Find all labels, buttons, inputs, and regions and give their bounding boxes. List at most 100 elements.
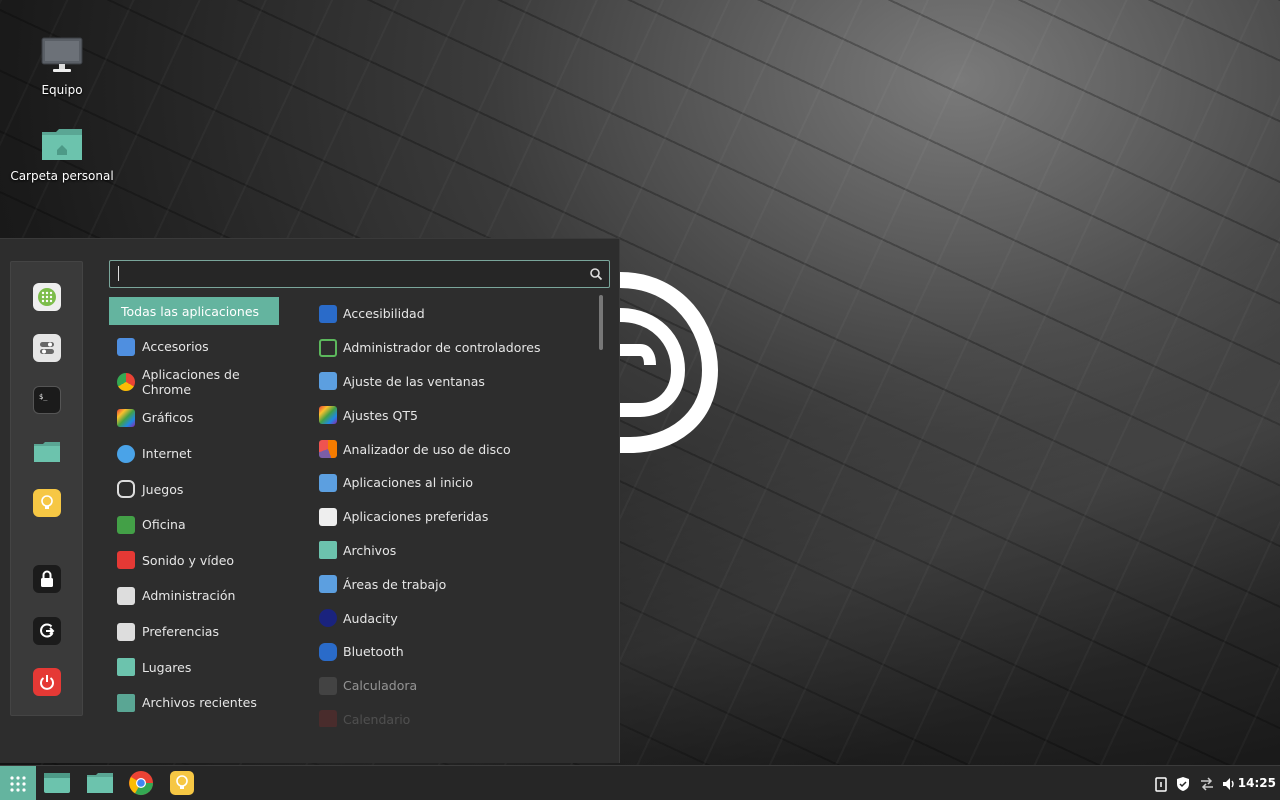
accessories-icon bbox=[117, 337, 135, 356]
category-label: Sonido y vídeo bbox=[142, 552, 235, 568]
multimedia-icon bbox=[117, 551, 135, 570]
app-areas-de-trabajo[interactable]: Áreas de trabajo bbox=[315, 567, 595, 601]
app-label: Audacity bbox=[343, 610, 398, 626]
lock-icon[interactable] bbox=[33, 565, 61, 593]
category-label: Administración bbox=[142, 588, 236, 604]
logout-icon[interactable] bbox=[33, 617, 61, 645]
driver-manager-icon bbox=[319, 338, 337, 357]
qt5-settings-icon bbox=[319, 406, 337, 425]
preferences-icon bbox=[117, 622, 135, 641]
category-list: Todas las aplicaciones Accesorios Aplica… bbox=[109, 297, 279, 721]
app-label: Archivos bbox=[343, 542, 397, 558]
apps-grid-icon bbox=[10, 775, 26, 792]
category-label: Lugares bbox=[142, 659, 192, 675]
preferred-apps-icon bbox=[319, 507, 337, 526]
category-accesorios[interactable]: Accesorios bbox=[109, 329, 279, 365]
app-accesibilidad[interactable]: Accesibilidad bbox=[315, 297, 595, 331]
app-label: Aplicaciones preferidas bbox=[343, 509, 489, 525]
app-calendario[interactable]: Calendario bbox=[315, 703, 595, 727]
notes-icon[interactable] bbox=[33, 489, 61, 517]
category-oficina[interactable]: Oficina bbox=[109, 507, 279, 543]
category-label: Preferencias bbox=[142, 624, 219, 640]
app-aplicaciones-preferidas[interactable]: Aplicaciones preferidas bbox=[315, 500, 595, 534]
app-aplicaciones-al-inicio[interactable]: Aplicaciones al inicio bbox=[315, 466, 595, 500]
app-administrador-de-controladores[interactable]: Administrador de controladores bbox=[315, 331, 595, 365]
terminal-icon[interactable]: $_ bbox=[33, 386, 61, 414]
notes-app-icon[interactable] bbox=[168, 770, 196, 796]
workspaces-icon bbox=[319, 575, 337, 594]
app-archivos[interactable]: Archivos bbox=[315, 534, 595, 568]
category-label: Internet bbox=[142, 446, 192, 462]
category-todas-las-aplicaciones[interactable]: Todas las aplicaciones bbox=[109, 297, 279, 325]
category-internet[interactable]: Internet bbox=[109, 436, 279, 472]
volume-icon[interactable] bbox=[1221, 776, 1237, 792]
bluetooth-icon bbox=[319, 642, 337, 661]
app-bluetooth[interactable]: Bluetooth bbox=[315, 635, 595, 669]
games-icon bbox=[117, 480, 135, 499]
desktop-icon-equipo[interactable]: Equipo bbox=[7, 36, 117, 97]
app-label: Aplicaciones al inicio bbox=[343, 475, 474, 491]
app-label: Ajuste de las ventanas bbox=[343, 373, 485, 389]
desktop-icon-label: Carpeta personal bbox=[10, 169, 114, 183]
app-label: Áreas de trabajo bbox=[343, 576, 447, 592]
application-menu: $_ Todas las aplicaciones Accesorios Apl… bbox=[0, 238, 620, 763]
category-label: Gráficos bbox=[142, 410, 194, 426]
home-folder-icon bbox=[42, 129, 82, 160]
app-calculadora[interactable]: Calculadora bbox=[315, 669, 595, 703]
shutdown-icon[interactable] bbox=[33, 668, 61, 696]
audacity-icon bbox=[319, 609, 337, 628]
recent-files-icon bbox=[117, 693, 135, 712]
app-label: Administrador de controladores bbox=[343, 340, 541, 356]
places-icon bbox=[117, 658, 135, 677]
window-tweaks-icon bbox=[319, 372, 337, 391]
software-manager-icon[interactable] bbox=[33, 283, 61, 311]
internet-icon bbox=[117, 444, 135, 463]
category-preferencias[interactable]: Preferencias bbox=[109, 614, 279, 650]
settings-icon[interactable] bbox=[33, 334, 61, 362]
app-ajustes-qt5[interactable]: Ajustes QT5 bbox=[315, 398, 595, 432]
category-graficos[interactable]: Gráficos bbox=[109, 400, 279, 436]
svg-text:$_: $_ bbox=[39, 393, 48, 401]
terminal-app-icon[interactable] bbox=[43, 770, 71, 796]
graphics-icon bbox=[117, 408, 135, 427]
category-archivos-recientes[interactable]: Archivos recientes bbox=[109, 685, 279, 721]
category-lugares[interactable]: Lugares bbox=[109, 649, 279, 685]
app-label: Bluetooth bbox=[343, 644, 404, 660]
calculator-icon bbox=[319, 676, 337, 695]
application-list: Accesibilidad Administrador de controlad… bbox=[315, 297, 595, 727]
files-icon[interactable] bbox=[33, 438, 61, 466]
shield-icon[interactable] bbox=[1175, 776, 1191, 792]
category-label: Aplicaciones de Chrome bbox=[142, 367, 240, 398]
taskbar: 14:25 bbox=[0, 765, 1280, 800]
startup-apps-icon bbox=[319, 473, 337, 492]
chrome-app-icon[interactable] bbox=[127, 770, 155, 796]
menu-button[interactable] bbox=[0, 766, 36, 800]
app-analizador-de-uso-de-disco[interactable]: Analizador de uso de disco bbox=[315, 432, 595, 466]
computer-icon bbox=[41, 37, 83, 72]
favorites-bar: $_ bbox=[10, 261, 83, 716]
app-label: Calendario bbox=[343, 711, 411, 727]
app-audacity[interactable]: Audacity bbox=[315, 601, 595, 635]
folder-icon bbox=[319, 541, 337, 560]
app-label: Ajustes QT5 bbox=[343, 407, 418, 423]
clock[interactable]: 14:25 bbox=[1238, 776, 1276, 790]
app-list-scrollbar[interactable] bbox=[599, 295, 603, 350]
category-juegos[interactable]: Juegos bbox=[109, 471, 279, 507]
category-sonido-y-video[interactable]: Sonido y vídeo bbox=[109, 543, 279, 579]
files-app-icon[interactable] bbox=[86, 770, 114, 796]
category-aplicaciones-de-chrome[interactable]: Aplicaciones de Chrome bbox=[109, 365, 279, 401]
desktop-icon-label: Equipo bbox=[41, 83, 83, 97]
app-label: Calculadora bbox=[343, 678, 418, 694]
desktop-icon-carpeta-personal[interactable]: Carpeta personal bbox=[7, 126, 117, 183]
category-administracion[interactable]: Administración bbox=[109, 578, 279, 614]
app-ajuste-de-las-ventanas[interactable]: Ajuste de las ventanas bbox=[315, 365, 595, 399]
category-label: Juegos bbox=[142, 481, 184, 497]
chrome-icon bbox=[117, 373, 135, 392]
administration-icon bbox=[117, 586, 135, 605]
office-icon bbox=[117, 515, 135, 534]
network-icon[interactable] bbox=[1199, 776, 1215, 792]
search-icon[interactable] bbox=[589, 267, 603, 281]
clipboard-icon[interactable] bbox=[1153, 776, 1169, 792]
search-input[interactable] bbox=[116, 264, 576, 284]
category-label: Oficina bbox=[142, 517, 186, 533]
